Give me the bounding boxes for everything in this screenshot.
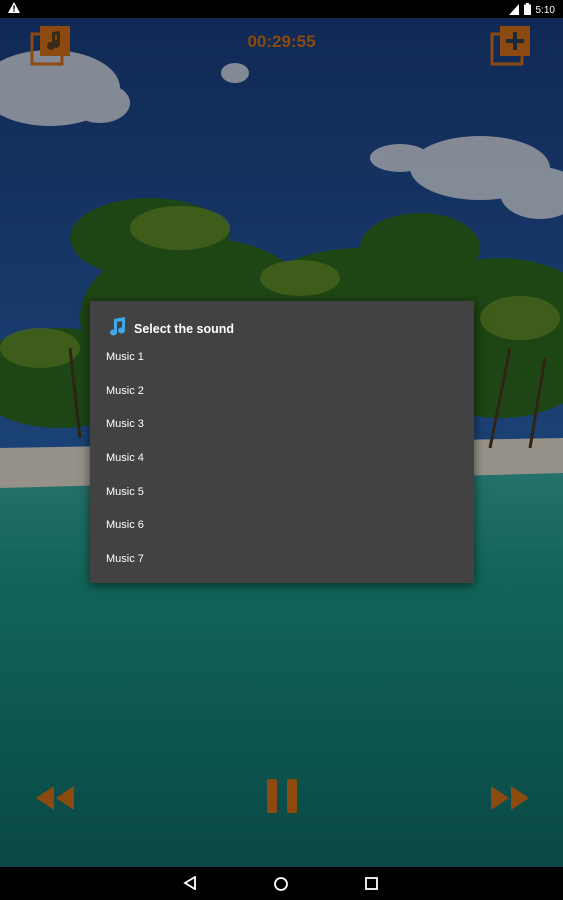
music-item-6[interactable]: Music 6 bbox=[90, 509, 474, 543]
elapsed-timer: 00:29:55 bbox=[247, 32, 316, 51]
music-item-4[interactable]: Music 4 bbox=[90, 442, 474, 476]
music-item-7[interactable]: Music 7 bbox=[90, 543, 474, 577]
dialog-header: Select the sound bbox=[106, 315, 234, 342]
music-item-2[interactable]: Music 2 bbox=[90, 375, 474, 409]
fast-forward-button[interactable] bbox=[489, 784, 531, 812]
home-icon[interactable] bbox=[273, 876, 289, 897]
no-sim-icon bbox=[508, 3, 519, 18]
select-sound-dialog: Select the sound Music 1 Music 2 Music 3… bbox=[90, 301, 474, 583]
warning-icon bbox=[8, 2, 20, 16]
status-right: 5:10 bbox=[508, 3, 555, 18]
pause-button[interactable] bbox=[266, 778, 298, 814]
music-item-5[interactable]: Music 5 bbox=[90, 476, 474, 510]
music-list: Music 1 Music 2 Music 3 Music 4 Music 5 … bbox=[90, 341, 474, 577]
music-item-3[interactable]: Music 3 bbox=[90, 408, 474, 442]
status-time: 5:10 bbox=[535, 5, 555, 16]
add-playlist-icon bbox=[490, 26, 530, 66]
dialog-title: Select the sound bbox=[134, 321, 235, 336]
pause-icon bbox=[267, 779, 297, 813]
music-item-1[interactable]: Music 1 bbox=[90, 341, 474, 375]
add-to-playlist-button[interactable] bbox=[490, 24, 534, 66]
battery-icon bbox=[523, 3, 531, 18]
recent-apps-icon[interactable] bbox=[365, 877, 378, 895]
music-note-icon bbox=[106, 315, 128, 342]
rewind-icon bbox=[36, 786, 74, 810]
status-bar: 5:10 bbox=[0, 0, 563, 18]
navigation-bar bbox=[0, 867, 563, 900]
back-icon[interactable] bbox=[183, 875, 197, 895]
rewind-button[interactable] bbox=[34, 784, 76, 812]
fast-forward-icon bbox=[491, 786, 529, 810]
